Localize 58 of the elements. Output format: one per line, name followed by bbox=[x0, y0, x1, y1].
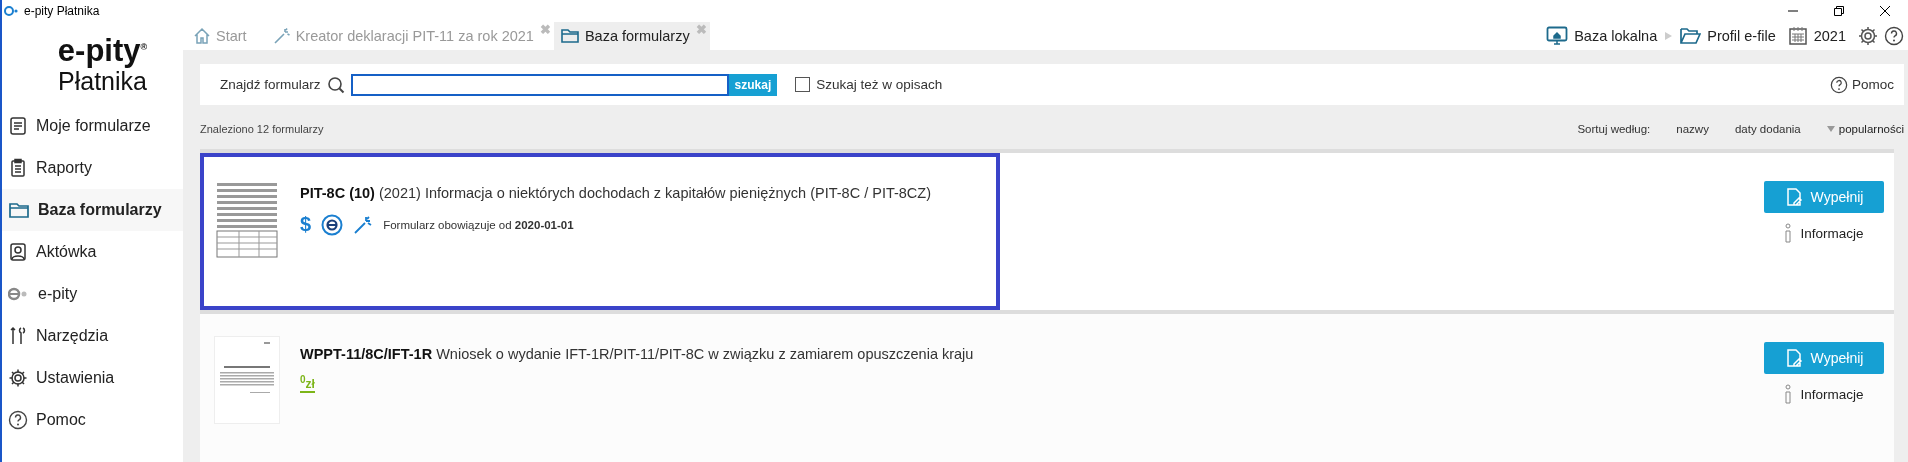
wand-icon bbox=[353, 214, 374, 235]
sidebar-item[interactable]: Aktówka bbox=[2, 231, 183, 273]
search-field[interactable] bbox=[350, 73, 729, 96]
info-icon bbox=[1784, 223, 1793, 243]
help-icon[interactable] bbox=[1829, 75, 1848, 94]
settings-icon[interactable] bbox=[1858, 26, 1878, 46]
app-icon bbox=[4, 5, 18, 17]
info-link[interactable]: Informacje bbox=[1800, 225, 1864, 241]
price-tag: $^{0}$zł bbox=[300, 374, 315, 393]
e-filing-icon bbox=[321, 213, 344, 236]
help-icon[interactable] bbox=[8, 410, 28, 430]
document-icon bbox=[8, 116, 28, 136]
wand-icon bbox=[272, 27, 291, 45]
edit-document-icon bbox=[1784, 348, 1803, 368]
sort-option[interactable]: daty dodania bbox=[1734, 123, 1801, 135]
sidebar-item[interactable]: Baza formularzy bbox=[2, 189, 183, 231]
dollar-sign: $ bbox=[300, 213, 312, 236]
info-link[interactable]: Informacje bbox=[1800, 386, 1864, 402]
valid-from-text: Formularz obowiązuje od 2020-01-01 bbox=[383, 218, 574, 231]
folder-icon bbox=[559, 27, 580, 45]
gear-icon bbox=[8, 368, 28, 388]
restore-icon[interactable] bbox=[1833, 5, 1845, 17]
sidebar-item[interactable]: Moje formularze bbox=[2, 105, 183, 147]
edit-document-icon bbox=[1784, 187, 1803, 207]
clipboard-icon bbox=[8, 158, 28, 178]
home-icon bbox=[193, 27, 211, 45]
folder-icon bbox=[8, 200, 30, 220]
info-icon bbox=[1784, 384, 1793, 404]
checkbox[interactable] bbox=[795, 77, 811, 92]
sidebar-item[interactable]: Narzędzia bbox=[2, 315, 183, 357]
sort-option[interactable]: popularności bbox=[1826, 123, 1904, 135]
sidebar-item[interactable]: Ustawienia bbox=[2, 357, 183, 399]
help-link[interactable]: Pomoc bbox=[1851, 77, 1894, 92]
checkbox-label[interactable]: Szukaj też w opisach bbox=[816, 77, 943, 92]
logo-name: e-pity$^{®}$ bbox=[57, 32, 148, 67]
sidebar-item[interactable]: Pomoc bbox=[2, 399, 183, 441]
form-title: PIT-8C (10) (2021) Informacja o niektórych dochodach z kapitałów pieniężnych (PIT-8C / PIT-8CZ) bbox=[300, 185, 932, 201]
database-label[interactable]: Baza lokalna bbox=[1574, 28, 1658, 44]
search-label: Znajdź formularz bbox=[220, 77, 321, 92]
form-title: WPPT-11/8C/IFT-1R Wniosek o wydanie IFT-1R/PIT-11/PIT-8C w związku z zamiarem opuszczenia kraju bbox=[300, 346, 974, 362]
profile-label[interactable]: Profil e-file bbox=[1707, 28, 1776, 44]
tab[interactable]: Baza formularzy ✖ bbox=[553, 22, 710, 50]
window-title: e-pity Płatnika bbox=[24, 4, 100, 18]
monitor-icon[interactable] bbox=[1546, 26, 1569, 46]
folder-icon[interactable] bbox=[1679, 26, 1702, 46]
sidebar-item[interactable]: Raporty bbox=[2, 147, 183, 189]
search-icon bbox=[326, 75, 345, 94]
help-icon[interactable] bbox=[1884, 26, 1904, 46]
sort-option[interactable]: nazwy bbox=[1676, 123, 1709, 135]
person-card-icon bbox=[8, 242, 28, 262]
calendar-icon[interactable] bbox=[1787, 26, 1808, 46]
sort-label: Sortuj według: bbox=[1577, 123, 1651, 135]
breadcrumb-arrow-icon bbox=[1663, 31, 1674, 41]
results-count: Znaleziono 12 formularzy bbox=[200, 123, 324, 135]
close-icon[interactable] bbox=[1879, 5, 1891, 17]
tools-icon bbox=[8, 326, 28, 346]
sidebar-item[interactable]: e-pity bbox=[2, 273, 183, 315]
year-label[interactable]: 2021 bbox=[1813, 28, 1846, 44]
